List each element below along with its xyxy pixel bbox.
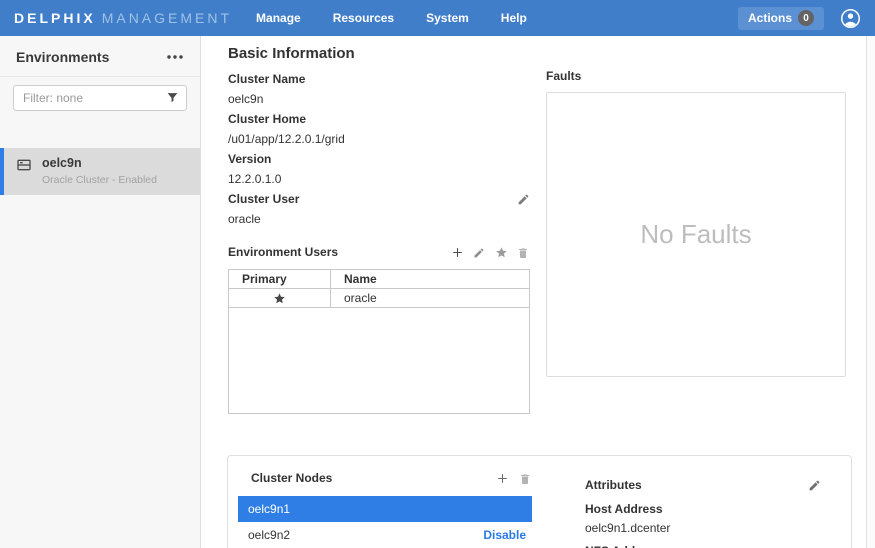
environments-sidebar: Environments bbox=[0, 36, 201, 548]
user-avatar-icon[interactable] bbox=[840, 8, 861, 29]
cluster-icon bbox=[16, 157, 32, 173]
no-faults-text: No Faults bbox=[640, 219, 751, 250]
field-value-cluster-user: oracle bbox=[228, 209, 530, 229]
env-item-subtitle: Oracle Cluster - Enabled bbox=[42, 174, 157, 186]
field-value-cluster-home: /u01/app/12.2.0.1/grid bbox=[228, 129, 530, 149]
env-item-name: oelc9n bbox=[42, 156, 157, 170]
node-name: oelc9n2 bbox=[248, 528, 290, 542]
logo-primary: DELPHIX bbox=[14, 10, 96, 26]
node-name: oelc9n1 bbox=[248, 502, 290, 516]
field-label-version: Version bbox=[228, 149, 530, 169]
vertical-scrollbar[interactable] bbox=[866, 36, 875, 548]
table-header-name: Name bbox=[331, 272, 529, 286]
field-value-version: 12.2.0.1.0 bbox=[228, 169, 530, 189]
field-label-cluster-user: Cluster User bbox=[228, 189, 299, 209]
add-node-plus-icon[interactable] bbox=[496, 472, 509, 485]
filter-input[interactable] bbox=[13, 85, 187, 111]
cluster-nodes-title: Cluster Nodes bbox=[251, 471, 332, 485]
logo-secondary: MANAGEMENT bbox=[102, 10, 232, 26]
sidebar-title: Environments bbox=[16, 49, 109, 65]
actions-button[interactable]: Actions 0 bbox=[738, 7, 824, 30]
nav-item-manage[interactable]: Manage bbox=[256, 11, 301, 25]
table-header-primary: Primary bbox=[229, 270, 331, 288]
environment-users-title: Environment Users bbox=[228, 245, 338, 259]
delete-user-trash-icon[interactable] bbox=[517, 246, 530, 259]
cluster-nodes-card: Cluster Nodes oelc9n1 bbox=[227, 455, 852, 548]
delphix-logo: DELPHIX MANAGEMENT bbox=[14, 10, 232, 26]
table-row[interactable]: oracle bbox=[229, 289, 529, 308]
attr-label-host-address: Host Address bbox=[585, 502, 821, 516]
faults-title: Faults bbox=[546, 69, 846, 83]
nav-item-system[interactable]: System bbox=[426, 11, 469, 25]
sidebar-header: Environments bbox=[0, 36, 200, 77]
edit-cluster-user-pencil-icon[interactable] bbox=[517, 193, 530, 206]
sidebar-item-oelc9n[interactable]: oelc9n Oracle Cluster - Enabled bbox=[0, 148, 200, 195]
actions-button-label: Actions bbox=[748, 11, 792, 25]
attr-label-nfs-addresses: NFS Addresses bbox=[585, 544, 821, 548]
cluster-nodes-panel: Cluster Nodes oelc9n1 bbox=[228, 456, 558, 548]
add-user-plus-icon[interactable] bbox=[451, 246, 464, 259]
node-row-oelc9n1[interactable]: oelc9n1 bbox=[238, 496, 532, 522]
edit-user-pencil-icon[interactable] bbox=[473, 246, 486, 259]
primary-star-icon bbox=[273, 292, 286, 305]
field-label-cluster-home: Cluster Home bbox=[228, 109, 530, 129]
main-content: Basic Information Cluster Name oelc9n Cl… bbox=[201, 36, 866, 548]
node-list: oelc9n1 oelc9n2 Disable bbox=[238, 496, 532, 548]
set-primary-star-icon[interactable] bbox=[495, 246, 508, 259]
field-label-cluster-name: Cluster Name bbox=[228, 69, 530, 89]
top-navbar: DELPHIX MANAGEMENT Manage Resources Syst… bbox=[0, 0, 875, 36]
nav-item-resources[interactable]: Resources bbox=[333, 11, 394, 25]
actions-count-badge: 0 bbox=[798, 10, 814, 26]
disable-node-link[interactable]: Disable bbox=[483, 528, 526, 542]
attributes-panel: Attributes Host Address oelc9n1.dcenter … bbox=[558, 456, 851, 548]
ellipsis-menu-icon[interactable] bbox=[166, 54, 184, 60]
delete-node-trash-icon[interactable] bbox=[519, 472, 532, 485]
faults-panel: Faults No Faults bbox=[546, 69, 846, 377]
faults-box: No Faults bbox=[546, 92, 846, 377]
table-cell-name: oracle bbox=[331, 291, 529, 305]
environment-users-table: Primary Name oracle bbox=[228, 269, 530, 414]
filter-wrap bbox=[13, 85, 187, 111]
attr-value-host-address: oelc9n1.dcenter bbox=[585, 521, 821, 535]
attributes-title: Attributes bbox=[585, 478, 642, 492]
basic-info-fields: Cluster Name oelc9n Cluster Home /u01/ap… bbox=[228, 69, 530, 414]
field-value-cluster-name: oelc9n bbox=[228, 89, 530, 109]
nav-item-help[interactable]: Help bbox=[501, 11, 527, 25]
node-row-oelc9n2[interactable]: oelc9n2 Disable bbox=[238, 522, 532, 548]
page-title: Basic Information bbox=[228, 45, 355, 62]
funnel-filter-icon[interactable] bbox=[166, 91, 179, 104]
edit-attributes-pencil-icon[interactable] bbox=[808, 479, 821, 492]
